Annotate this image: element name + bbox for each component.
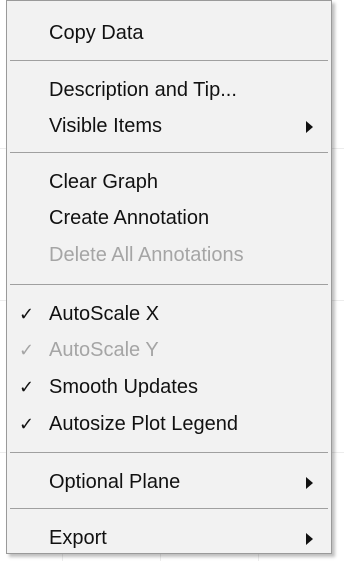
menu-item-label: Autosize Plot Legend — [49, 413, 239, 435]
submenu-arrow-icon — [306, 121, 313, 133]
menu-item-autoscale-x[interactable]: ✓ AutoScale X — [7, 296, 331, 332]
menu-item-visible-items[interactable]: Visible Items — [7, 108, 331, 144]
menu-item-label: Smooth Updates — [49, 376, 198, 398]
context-menu: Copy Data Description and Tip... Visible… — [6, 0, 332, 554]
menu-item-label: Create Annotation — [49, 207, 210, 229]
menu-item-label: AutoScale X — [49, 303, 160, 325]
menu-item-label: Optional Plane — [49, 471, 181, 493]
menu-item-description-and-tip[interactable]: Description and Tip... — [7, 72, 331, 108]
submenu-arrow-icon — [306, 477, 313, 489]
menu-item-label: Delete All Annotations — [49, 244, 244, 266]
menu-item-copy-data[interactable]: Copy Data — [7, 15, 331, 51]
menu-separator — [10, 508, 328, 509]
menu-item-smooth-updates[interactable]: ✓ Smooth Updates — [7, 369, 331, 405]
menu-item-label: AutoScale Y — [49, 339, 159, 361]
menu-item-optional-plane[interactable]: Optional Plane — [7, 464, 331, 500]
menu-item-autoscale-y: ✓ AutoScale Y — [7, 332, 331, 368]
menu-item-label: Visible Items — [49, 115, 163, 137]
menu-separator — [10, 284, 328, 285]
menu-separator — [10, 152, 328, 153]
checkmark-icon: ✓ — [19, 377, 35, 397]
menu-item-label: Clear Graph — [49, 171, 158, 193]
menu-item-delete-all-annotations: Delete All Annotations — [7, 237, 331, 273]
checkmark-icon: ✓ — [19, 414, 35, 434]
menu-item-export[interactable]: Export — [7, 520, 331, 556]
checkmark-icon: ✓ — [19, 340, 35, 360]
menu-separator — [10, 452, 328, 453]
menu-item-label: Description and Tip... — [49, 79, 237, 101]
checkmark-icon: ✓ — [19, 304, 35, 324]
menu-item-create-annotation[interactable]: Create Annotation — [7, 200, 331, 236]
submenu-arrow-icon — [306, 533, 313, 545]
menu-item-autosize-plot-legend[interactable]: ✓ Autosize Plot Legend — [7, 406, 331, 442]
menu-item-clear-graph[interactable]: Clear Graph — [7, 164, 331, 200]
menu-item-label: Copy Data — [49, 22, 144, 44]
menu-item-label: Export — [49, 527, 107, 549]
menu-separator — [10, 60, 328, 61]
